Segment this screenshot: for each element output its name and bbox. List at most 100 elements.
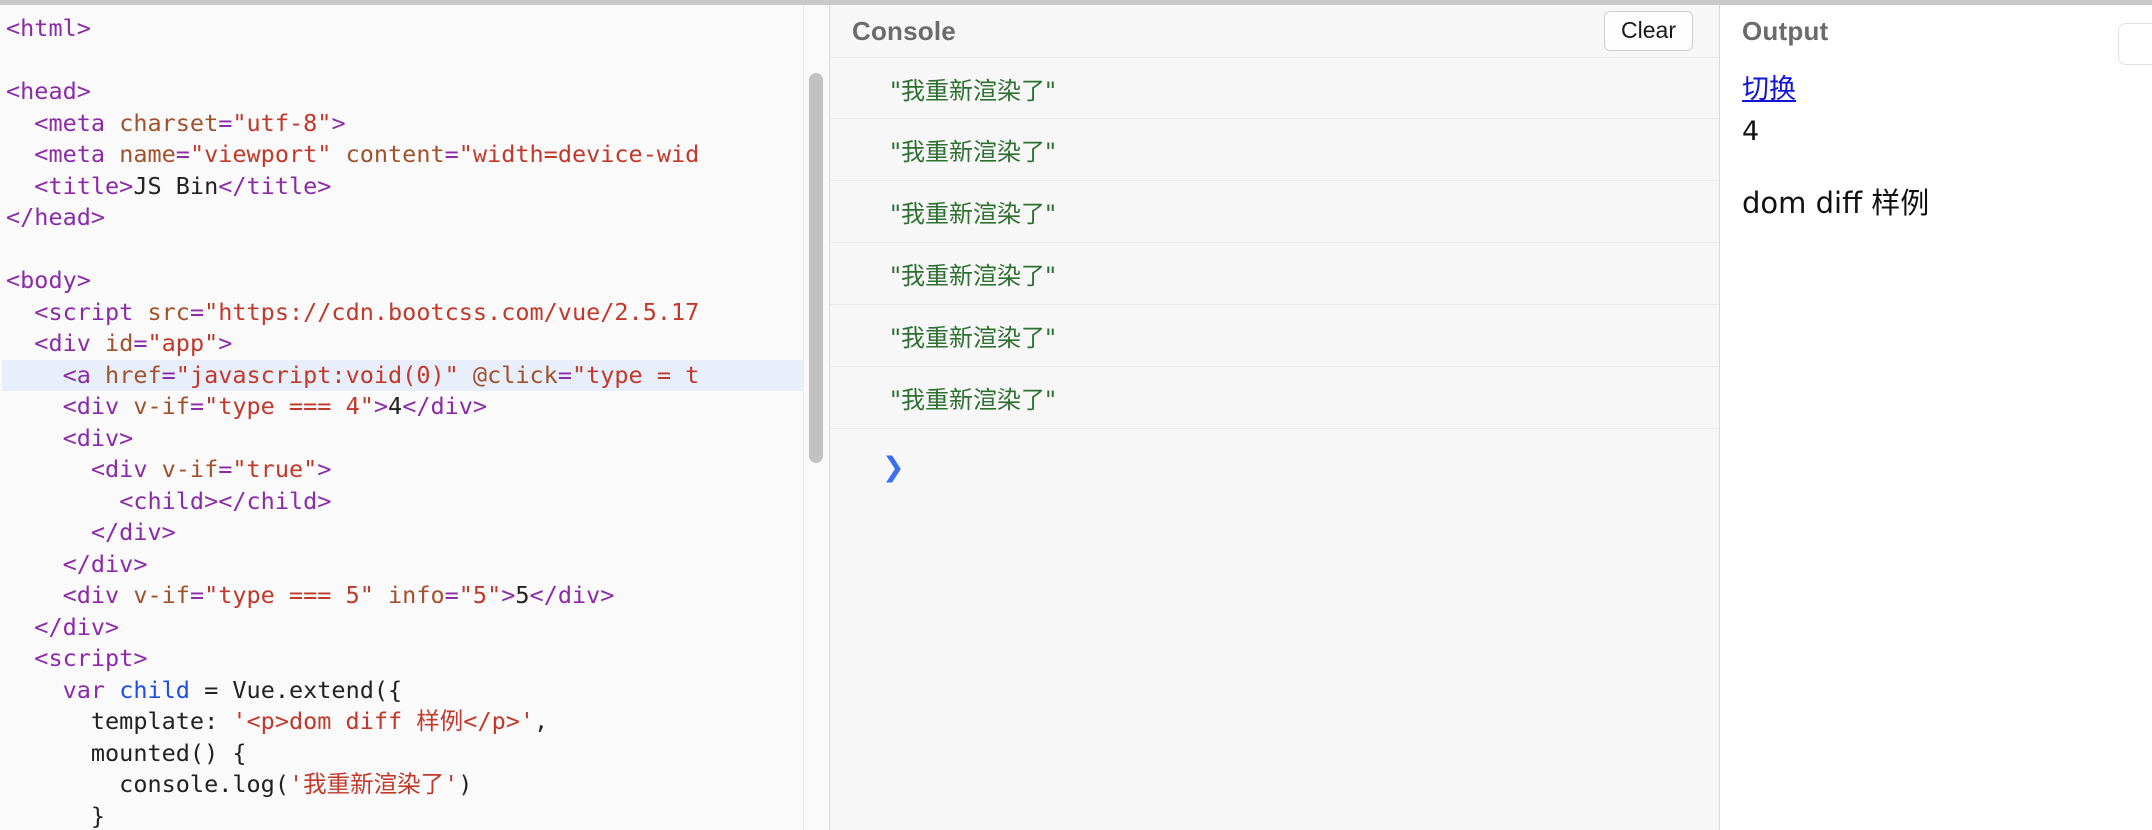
code-token: <child></child> [119,486,332,515]
code-token: "utf-8" [232,108,332,137]
console-log-row[interactable]: "我重新渲染了" [830,305,1719,367]
console-log-row[interactable]: "我重新渲染了" [830,367,1719,429]
code-line[interactable]: <script> [2,643,829,675]
code-line[interactable]: } [2,801,829,830]
code-line[interactable]: template: '<p>dom diff 样例</p>', [2,706,829,738]
code-token: = [444,581,459,609]
code-token: 5 [515,581,530,609]
console-log-row[interactable]: "我重新渲染了" [830,119,1719,181]
code-token: } [6,801,106,830]
code-line[interactable]: </div> [2,612,829,644]
code-line[interactable]: </div> [2,549,829,581]
code-editor-content[interactable]: <html> <head> <meta charset="utf-8"> <me… [0,5,829,830]
code-line[interactable]: </div> [2,517,829,549]
code-line[interactable]: <head> [2,76,829,108]
output-title: Output [1742,15,1829,46]
output-value: 4 [1742,116,1760,147]
code-line[interactable] [2,234,829,266]
code-token: charset [119,108,219,137]
code-token: '<p>dom diff 样例</p>' [232,707,535,735]
code-token: > [317,455,332,483]
code-token: > [218,329,233,357]
code-line[interactable]: <script src="https://cdn.bootcss.com/vue… [2,297,829,329]
code-line[interactable]: <div id="app"> [2,328,829,360]
code-token: = [189,297,205,326]
code-line[interactable]: </head> [2,202,829,234]
code-token: <html> [6,14,91,42]
code-line[interactable]: var child = Vue.extend({ [2,675,829,707]
code-token: = [444,140,459,168]
code-line[interactable]: <div> [2,423,829,455]
toggle-link[interactable]: 切换 [1742,67,1796,106]
console-log-message: "我重新渲染了" [890,262,1057,290]
code-token: = [189,392,205,420]
output-header: Output [1720,5,2152,65]
code-line[interactable]: <title>JS Bin</title> [2,171,829,203]
console-header: Console Clear [830,5,1719,57]
code-token: = [175,140,190,168]
code-token: 4 [388,392,403,420]
code-token: child [119,675,190,704]
console-prompt-row[interactable]: ❯ [830,429,1719,505]
code-line[interactable]: <meta charset="utf-8"> [2,108,829,140]
code-token: v-if [133,392,190,420]
code-line[interactable]: console.log('我重新渲染了') [2,769,829,801]
code-token: "width=device-wid [458,140,700,168]
code-token: = [218,455,233,483]
code-editor-panel[interactable]: <html> <head> <meta charset="utf-8"> <me… [0,0,830,830]
code-line[interactable]: <div v-if="true"> [2,454,829,486]
code-line[interactable] [2,45,829,77]
code-line[interactable]: <child></child> [2,486,829,518]
code-line[interactable]: <div v-if="type === 5" info="5">5</div> [2,580,829,612]
code-token: '我重新渲染了' [288,770,459,798]
output-options-button[interactable] [2118,23,2152,65]
code-token: href [105,360,162,389]
code-token: </title> [218,171,332,200]
console-log-row[interactable]: "我重新渲染了" [830,243,1719,305]
code-token: > [373,392,389,420]
code-token: , [534,707,549,735]
code-token: </head> [6,203,106,231]
code-token: <script> [34,644,148,672]
console-input[interactable] [918,447,1719,487]
code-line[interactable]: mounted() { [2,738,829,770]
code-token: <div [62,392,134,420]
code-token: </div> [402,392,488,420]
code-line[interactable]: <html> [2,13,829,45]
code-token: "true" [232,455,318,483]
console-log-message: "我重新渲染了" [890,200,1057,228]
console-panel: Console Clear "我重新渲染了" "我重新渲染了" "我重新渲染了" "我… [830,0,1720,830]
console-title: Console [852,15,956,46]
code-line[interactable]: <a href="javascript:void(0)" @click="typ… [2,359,829,391]
code-token: "viewport" [189,140,332,168]
code-token: = [133,329,148,357]
code-editor-scrollbar-track[interactable] [803,5,829,830]
console-log-row[interactable]: "我重新渲染了" [830,57,1719,119]
clear-console-button[interactable]: Clear [1604,10,1693,52]
code-line[interactable]: <meta name="viewport" content="width=dev… [2,139,829,171]
code-token: </div> [62,549,148,578]
code-line[interactable]: <body> [2,265,829,297]
output-panel: Output 切换 4 dom diff 样例 [1720,0,2152,830]
code-token: "type === 5" [204,581,374,609]
code-editor-scrollbar-thumb[interactable] [809,73,823,463]
console-log-message: "我重新渲染了" [890,386,1057,414]
code-line[interactable]: <div v-if="type === 4">4</div> [2,391,829,423]
code-token: v-if [133,581,190,609]
code-token: <title> [34,171,134,200]
console-log-row[interactable]: "我重新渲染了" [830,181,1719,243]
code-token: <body> [6,266,91,294]
code-token: template: [6,707,233,735]
output-paragraph: dom diff 样例 [1742,186,1930,221]
code-token: JS Bin [133,171,219,200]
